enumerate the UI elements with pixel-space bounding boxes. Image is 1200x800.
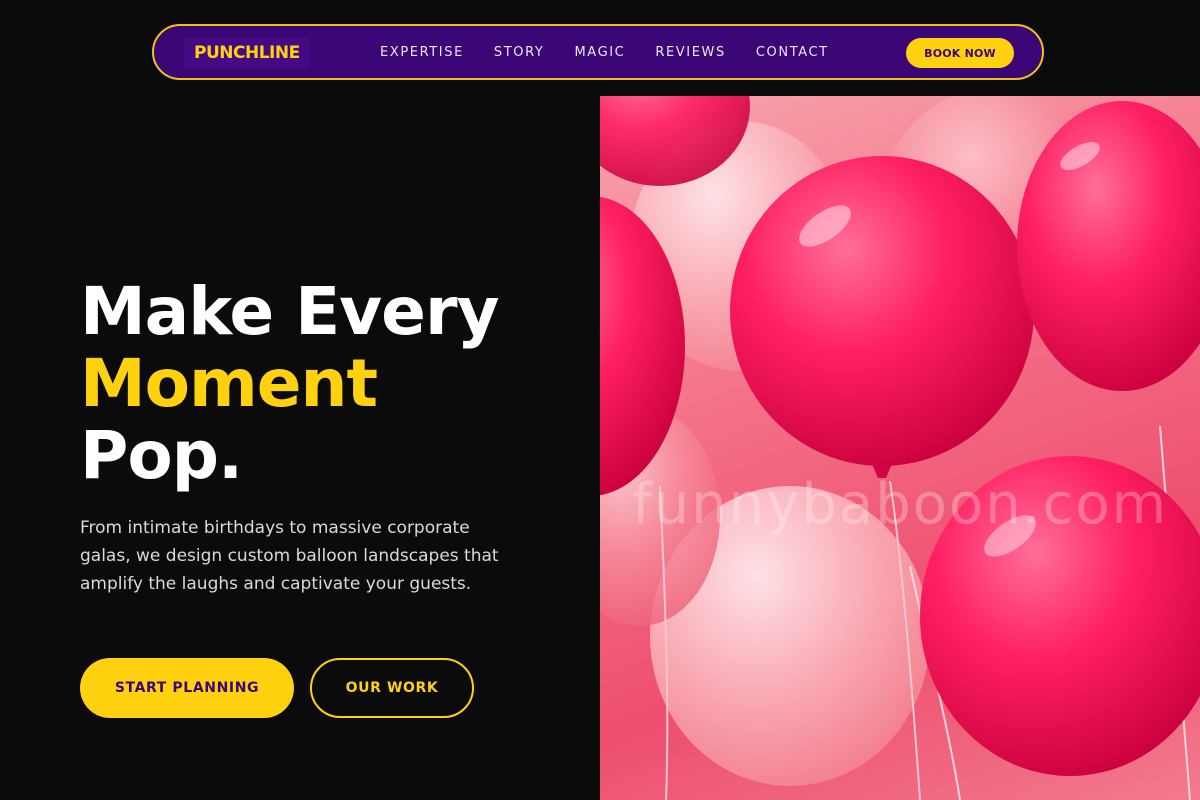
balloons-illustration — [600, 96, 1200, 800]
our-work-button[interactable]: OUR WORK — [310, 658, 474, 718]
nav-links: EXPERTISE STORY MAGIC REVIEWS CONTACT — [380, 26, 859, 78]
hero-title-line-1: Make Every — [80, 273, 500, 350]
hero-title-line-3: Pop. — [80, 417, 243, 494]
start-planning-button[interactable]: START PLANNING — [80, 658, 294, 718]
nav-link-story[interactable]: STORY — [494, 45, 545, 60]
nav-link-reviews[interactable]: REVIEWS — [655, 45, 726, 60]
nav-link-contact[interactable]: CONTACT — [756, 45, 829, 60]
hero-title-line-2: Moment — [80, 345, 378, 422]
nav-link-expertise[interactable]: EXPERTISE — [380, 45, 464, 60]
book-now-button[interactable]: BOOK NOW — [906, 38, 1014, 68]
hero-title: Make Every Moment Pop. — [80, 273, 500, 494]
brand-logo[interactable]: PUNCHLINE — [184, 38, 310, 68]
hero-balloon-image: funnybaboon.com — [600, 96, 1200, 800]
image-watermark: funnybaboon.com — [632, 472, 1169, 537]
navbar: PUNCHLINE EXPERTISE STORY MAGIC REVIEWS … — [152, 24, 1044, 80]
nav-link-magic[interactable]: MAGIC — [574, 45, 625, 60]
hero-description: From intimate birthdays to massive corpo… — [80, 518, 499, 594]
